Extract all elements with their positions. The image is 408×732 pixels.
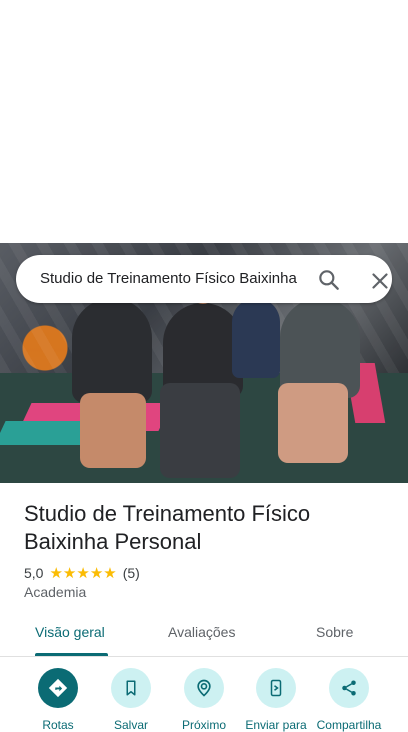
tab-overview[interactable]: Visão geral bbox=[35, 624, 105, 640]
person-4-legs bbox=[278, 383, 348, 463]
action-label: Salvar bbox=[113, 718, 148, 732]
tab-bar: Visão geral Avaliações Sobre bbox=[0, 614, 408, 657]
nearby-button[interactable]: Próximo bbox=[164, 668, 244, 732]
star-rating: ★ ★ ★ ★ ★ bbox=[49, 566, 116, 581]
star-icon: ★ bbox=[76, 564, 90, 582]
directions-button[interactable]: Rotas bbox=[18, 668, 98, 732]
action-label: Rotas bbox=[42, 718, 74, 732]
person-1 bbox=[72, 298, 152, 403]
place-category: Academia bbox=[24, 584, 87, 600]
place-title: Studio de Treinamento Físico Baixinha Pe… bbox=[24, 501, 311, 554]
action-label: Próximo bbox=[181, 718, 226, 732]
person-2-legs bbox=[160, 383, 240, 478]
active-tab-indicator bbox=[35, 653, 108, 656]
rating-value: 5,0 bbox=[24, 565, 44, 581]
star-icon: ★ bbox=[49, 564, 63, 582]
directions-icon bbox=[38, 668, 78, 708]
send-to-phone-icon bbox=[256, 668, 296, 708]
tab-about[interactable]: Sobre bbox=[316, 624, 353, 640]
nearby-icon bbox=[184, 668, 224, 708]
close-icon[interactable] bbox=[367, 268, 393, 294]
rating-row[interactable]: 5,0 ★ ★ ★ ★ ★ (5) bbox=[24, 563, 140, 583]
save-button[interactable]: Salvar bbox=[91, 668, 171, 732]
action-label: Compartilha bbox=[316, 718, 382, 732]
search-input[interactable]: Studio de Treinamento Físico Baixinha Pe… bbox=[40, 269, 302, 289]
action-bar: Rotas Salvar Próximo Enviar para Compart… bbox=[0, 668, 408, 732]
person-1-legs bbox=[80, 393, 146, 468]
blank-top-area bbox=[0, 0, 408, 243]
search-icon[interactable] bbox=[316, 267, 342, 293]
bookmark-icon bbox=[111, 668, 151, 708]
tab-reviews[interactable]: Avaliações bbox=[168, 624, 235, 640]
share-icon bbox=[329, 668, 369, 708]
share-button[interactable]: Compartilha bbox=[309, 668, 389, 732]
action-label: Enviar para bbox=[245, 718, 307, 732]
send-to-phone-button[interactable]: Enviar para bbox=[236, 668, 316, 732]
review-count: (5) bbox=[122, 565, 140, 581]
star-icon: ★ bbox=[62, 564, 77, 582]
star-icon: ★ bbox=[103, 564, 117, 582]
star-icon: ★ bbox=[89, 564, 104, 582]
person-3 bbox=[232, 298, 280, 378]
search-bar[interactable]: Studio de Treinamento Físico Baixinha Pe… bbox=[16, 255, 392, 303]
